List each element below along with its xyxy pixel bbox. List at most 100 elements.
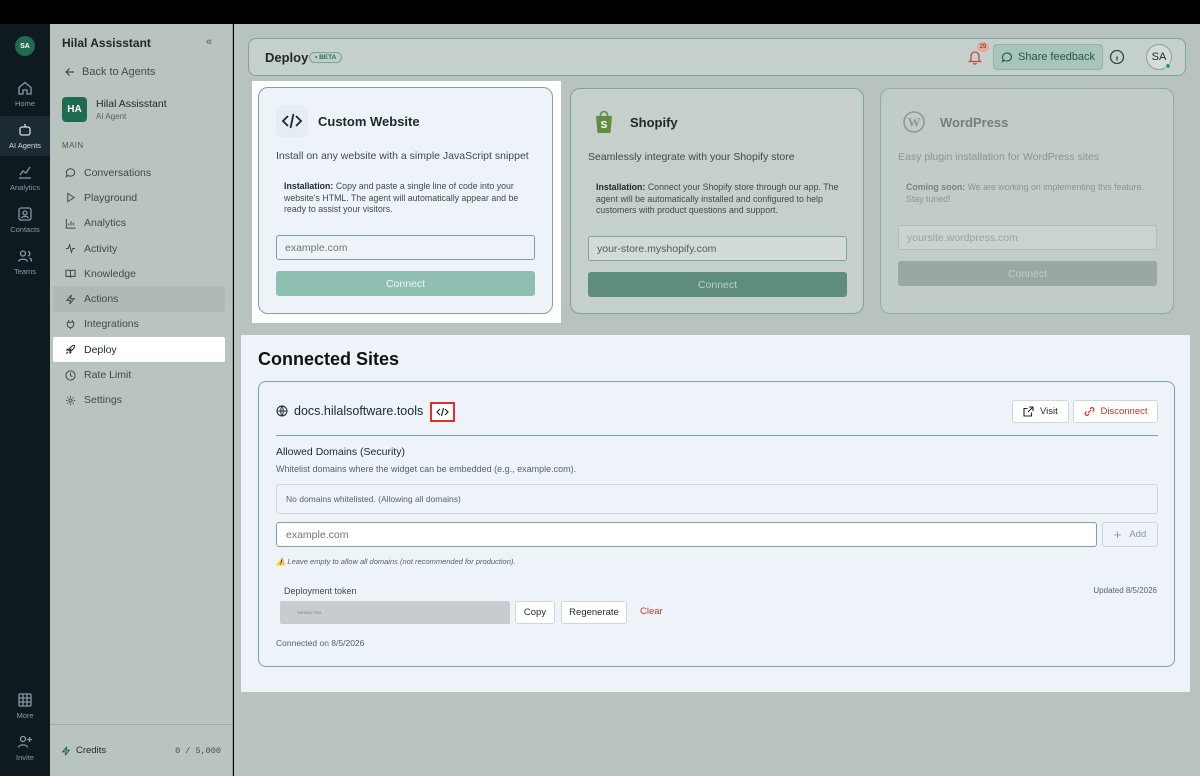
security-warning: ⚠️ Leave empty to allow all domains (not…: [276, 557, 516, 566]
code-icon: [276, 105, 308, 137]
connected-site-card: docs.hilalsoftware.tools Visit Disconnec…: [258, 381, 1175, 667]
clock-icon: [65, 369, 76, 381]
integration-name: Shopify: [630, 114, 678, 130]
sidebar-item-analytics[interactable]: Analytics: [53, 211, 225, 236]
sidebar-title: Hilal Assisstant: [62, 36, 151, 50]
connect-website-button[interactable]: Connect: [276, 271, 535, 296]
divider: [276, 435, 1158, 436]
regenerate-token-button[interactable]: Regenerate: [561, 601, 627, 624]
rail-more[interactable]: More: [0, 686, 50, 726]
credits-value: 0 / 5,000: [175, 745, 221, 756]
rail-analytics[interactable]: Analytics: [0, 158, 50, 198]
rail-contacts[interactable]: Contacts: [0, 200, 50, 240]
activity-icon: [65, 243, 76, 254]
home-icon: [18, 81, 32, 95]
sidebar-item-knowledge[interactable]: Knowledge: [53, 261, 225, 286]
sidebar-item-rate-limit[interactable]: Rate Limit: [53, 362, 225, 387]
installation-note: Installation: Connect your Shopify store…: [596, 182, 839, 215]
allowed-domain-input[interactable]: example.com: [276, 522, 1097, 547]
user-avatar[interactable]: SA: [1146, 44, 1172, 70]
lightning-icon: [61, 745, 71, 756]
installation-note: Installation: Copy and paste a single li…: [284, 181, 519, 214]
sidebar-item-deploy[interactable]: Deploy: [53, 337, 225, 363]
shopify-store-input[interactable]: your-store.myshopify.com: [588, 236, 847, 261]
add-domain-button[interactable]: + Add: [1102, 522, 1158, 547]
page-header: Deploy • BETA 29 Share feedback SA: [248, 38, 1186, 76]
svg-text:W: W: [908, 115, 921, 130]
rail-teams[interactable]: Teams: [0, 242, 50, 282]
robot-icon: [19, 124, 31, 136]
shopify-bag-icon: S: [588, 106, 620, 138]
icon-rail: SA Home AI Agents Analytics Contacts Tea…: [0, 24, 50, 776]
agent-card: HA Hilal Assisstant AI Agent: [62, 97, 167, 122]
sidebar-item-activity[interactable]: Activity: [53, 236, 225, 261]
globe-icon: [276, 405, 288, 417]
deployment-token-label: Deployment token: [284, 586, 357, 596]
custom-website-card: Custom Website Install on any website wi…: [258, 87, 553, 314]
wordpress-icon: W: [898, 106, 930, 138]
svg-text:S: S: [601, 120, 608, 131]
site-domain: docs.hilalsoftware.tools: [276, 404, 423, 418]
arrow-left-icon: [65, 68, 74, 76]
page-title: Deploy: [265, 50, 309, 65]
allowed-domains-description: Whitelist domains where the widget can b…: [276, 464, 577, 474]
website-domain-input[interactable]: example.com: [276, 235, 535, 260]
wordpress-site-input[interactable]: yoursite.wordpress.com: [898, 225, 1157, 250]
credits-footer: Credits 0 / 5,000: [50, 724, 232, 776]
sidebar-item-conversations[interactable]: Conversations: [53, 160, 225, 185]
sidebar-item-integrations[interactable]: Integrations: [53, 312, 225, 337]
sidebar-nav: Conversations Playground Analytics Activ…: [53, 160, 225, 413]
connected-date: Connected on 8/5/2026: [276, 638, 365, 648]
custom-website-highlight: Custom Website Install on any website wi…: [252, 81, 561, 323]
sidebar-item-settings[interactable]: Settings: [53, 388, 225, 413]
agent-name: Hilal Assisstant: [96, 98, 167, 110]
rail-home[interactable]: Home: [0, 74, 50, 114]
message-circle-icon: [1001, 52, 1013, 63]
main-content: Deploy • BETA 29 Share feedback SA Custo…: [234, 24, 1200, 776]
rail-invite[interactable]: Invite: [0, 728, 50, 768]
clear-token-button[interactable]: Clear: [640, 606, 663, 617]
user-plus-icon: [17, 735, 32, 748]
wordpress-card: W WordPress Easy plugin installation for…: [880, 88, 1174, 314]
connect-shopify-button[interactable]: Connect: [588, 272, 847, 297]
external-link-icon: [1023, 406, 1034, 417]
whitelist-status: No domains whitelisted. (Allowing all do…: [276, 484, 1158, 514]
agent-sidebar: Hilal Assisstant « Back to Agents HA Hil…: [50, 24, 233, 776]
users-icon: [17, 250, 33, 262]
plus-icon: +: [1113, 527, 1122, 542]
agent-avatar: HA: [62, 97, 87, 122]
deployment-token-field[interactable]: REDACTED: [280, 601, 510, 624]
integration-description: Install on any website with a simple Jav…: [276, 150, 529, 162]
shopify-card: S Shopify Seamlessly integrate with your…: [570, 88, 864, 314]
allowed-domains-title: Allowed Domains (Security): [276, 446, 405, 458]
plug-icon: [66, 319, 75, 330]
chart-line-icon: [19, 166, 31, 179]
book-icon: [65, 270, 76, 279]
notification-count: 29: [977, 42, 989, 52]
beta-badge: • BETA: [309, 52, 343, 63]
workspace-logo[interactable]: SA: [15, 36, 35, 56]
gear-icon: [65, 395, 76, 405]
play-icon: [67, 192, 76, 203]
disconnect-button[interactable]: Disconnect: [1073, 400, 1158, 423]
unlink-icon: [1084, 407, 1094, 416]
visit-site-button[interactable]: Visit: [1012, 400, 1069, 423]
token-updated-date: Updated 8/5/2026: [1093, 586, 1157, 595]
bar-chart-icon: [65, 218, 76, 229]
connected-sites-panel: Connected Sites docs.hilalsoftware.tools…: [241, 335, 1190, 692]
back-to-agents-link[interactable]: Back to Agents: [65, 66, 155, 78]
share-feedback-button[interactable]: Share feedback: [993, 44, 1104, 70]
top-bar: [0, 0, 1200, 24]
info-icon[interactable]: [1109, 49, 1125, 65]
copy-token-button[interactable]: Copy: [515, 601, 555, 624]
agent-type: AI Agent: [96, 112, 127, 121]
rail-ai-agents[interactable]: AI Agents: [0, 116, 50, 156]
sidebar-item-playground[interactable]: Playground: [53, 185, 225, 210]
sidebar-item-actions[interactable]: Actions: [53, 286, 225, 312]
integration-name: Custom Website: [318, 113, 420, 129]
connect-wordpress-button[interactable]: Connect: [898, 261, 1157, 286]
embed-code-icon[interactable]: [430, 402, 455, 422]
section-label: MAIN: [62, 141, 84, 150]
collapse-sidebar-icon[interactable]: «: [206, 36, 212, 48]
rocket-icon: [65, 345, 76, 355]
